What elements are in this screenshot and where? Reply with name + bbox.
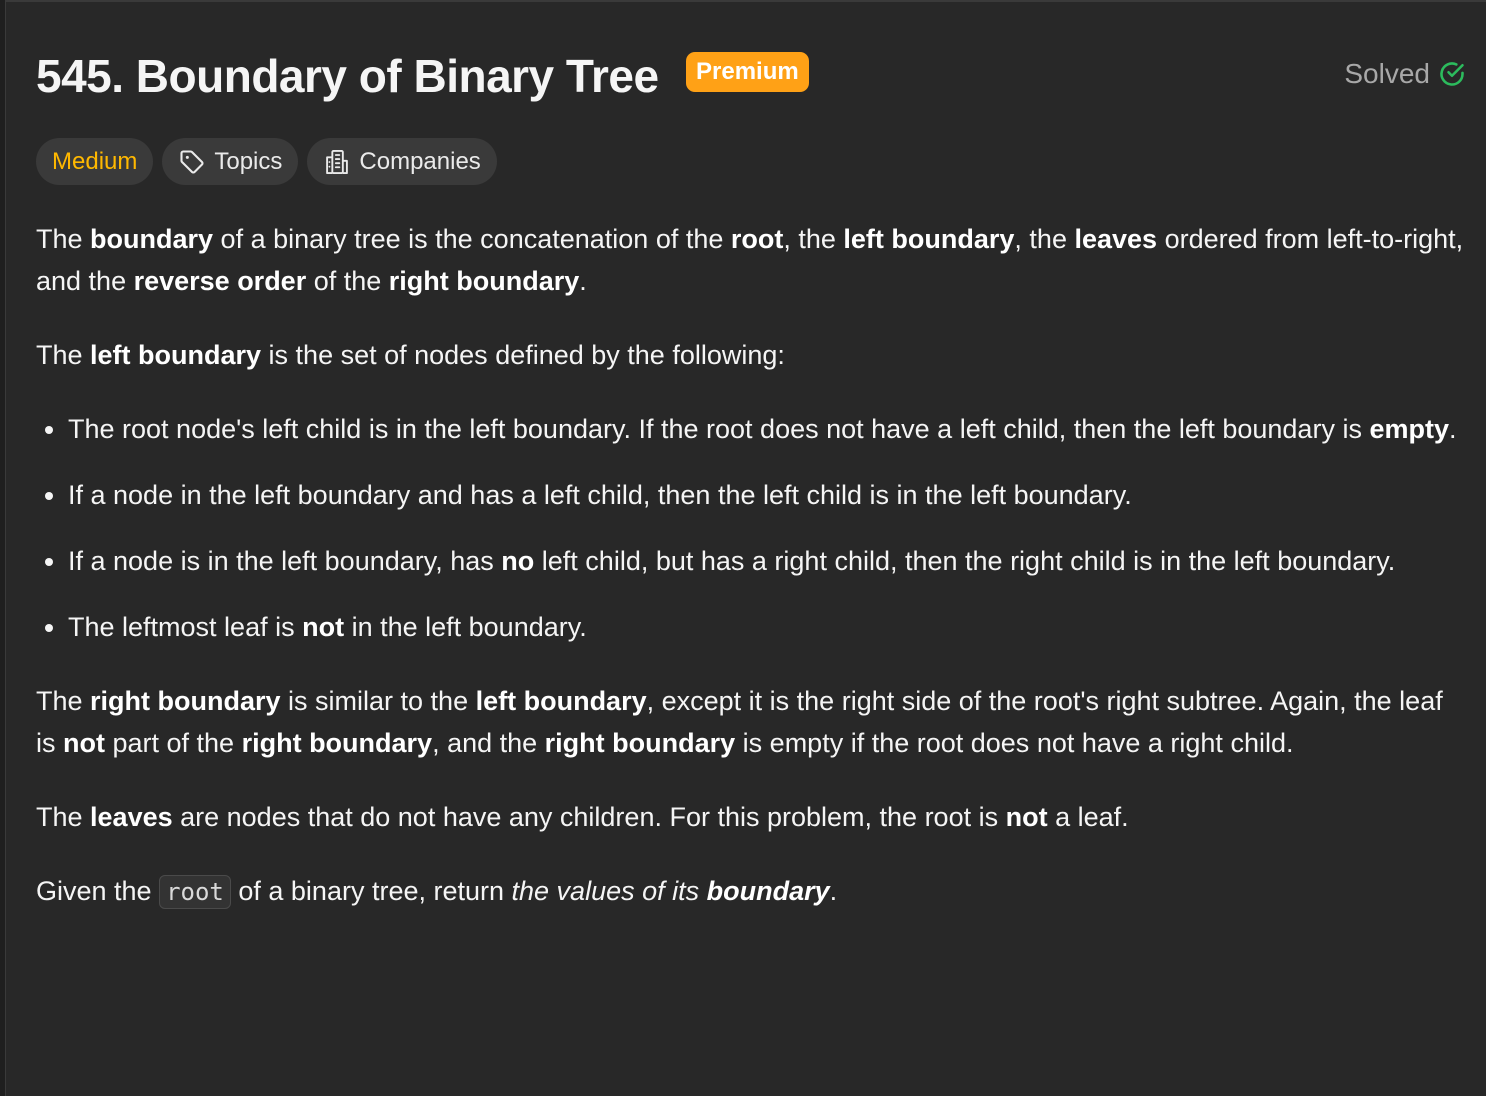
problem-title[interactable]: 545. Boundary of Binary Tree: [36, 46, 659, 106]
solved-label: Solved: [1344, 58, 1430, 89]
paragraph-leaves: The leaves are nodes that do not have an…: [36, 802, 1129, 832]
inline-code: root: [159, 875, 231, 909]
paragraph-right-boundary: The right boundary is similar to the lef…: [36, 686, 1443, 758]
topics-button[interactable]: Topics: [162, 138, 299, 185]
tag-row: Medium Topics Companies: [36, 138, 497, 185]
companies-button[interactable]: Companies: [307, 138, 497, 185]
tag-icon: [180, 149, 204, 174]
list-item: The leftmost leaf is not in the left bou…: [68, 606, 1466, 648]
problem-statement: The boundary of a binary tree is the con…: [36, 218, 1466, 945]
paragraph-boundary-definition: The boundary of a binary tree is the con…: [36, 224, 1464, 296]
companies-label: Companies: [359, 147, 481, 175]
difficulty-badge[interactable]: Medium: [36, 138, 154, 185]
problem-header: 545. Boundary of Binary Tree Premium Sol…: [36, 46, 1466, 106]
topics-label: Topics: [214, 147, 283, 175]
solved-status: Solved: [1344, 58, 1466, 90]
left-edge: [0, 0, 6, 1096]
paragraph-task: Given the root of a binary tree, return …: [36, 870, 1466, 913]
left-boundary-rules-list: The root node's left child is in the lef…: [36, 408, 1466, 648]
list-item: If a node in the left boundary and has a…: [68, 474, 1466, 516]
building-icon: [326, 149, 349, 174]
top-edge: [0, 0, 1486, 2]
premium-badge[interactable]: Premium: [686, 52, 809, 92]
list-item: The root node's left child is in the lef…: [68, 408, 1466, 450]
paragraph-left-boundary-intro: The left boundary is the set of nodes de…: [36, 340, 785, 370]
list-item: If a node is in the left boundary, has n…: [68, 540, 1466, 582]
check-circle-icon: [1440, 62, 1464, 86]
